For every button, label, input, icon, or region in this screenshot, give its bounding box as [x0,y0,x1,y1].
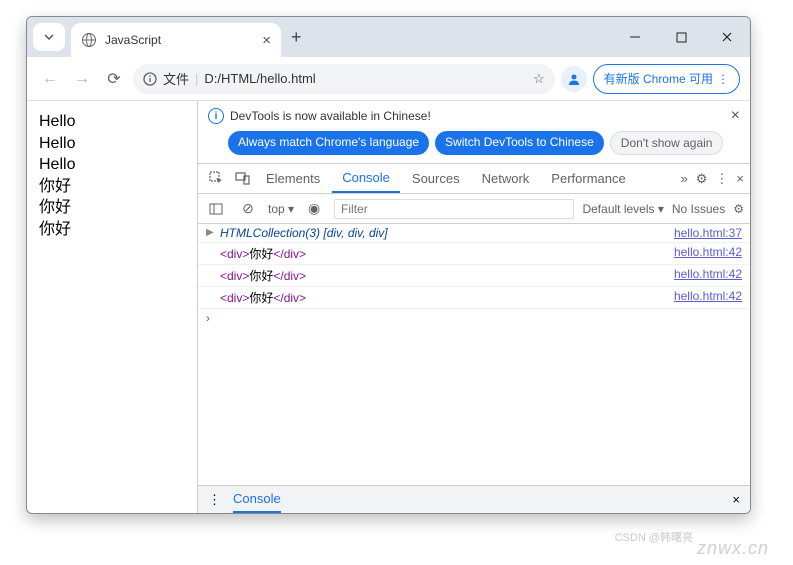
page-line: 你好 [39,176,185,198]
banner-close-icon[interactable]: × [731,107,740,125]
kebab-icon[interactable]: ⋮ [715,171,728,187]
expand-icon[interactable]: ▶ [206,227,214,238]
inspect-icon[interactable] [204,171,228,186]
browser-window: JavaScript × + ← → ⟳ 文件 | D:/HTML/hello.… [26,16,751,514]
page-line: Hello [39,111,185,133]
banner-text: DevTools is now available in Chinese! [230,109,431,123]
url-text: D:/HTML/hello.html [204,71,315,86]
source-link[interactable]: hello.html:42 [674,267,742,284]
page-line: Hello [39,154,185,176]
page-content: Hello Hello Hello 你好 你好 你好 [27,101,197,513]
profile-button[interactable] [561,66,587,92]
page-line: 你好 [39,197,185,219]
language-pill-row: Always match Chrome's language Switch De… [198,131,750,164]
chrome-update-pill[interactable]: 有新版 Chrome 可用 ⋮ [593,64,740,94]
info-icon: i [208,108,224,124]
sidebar-toggle-icon[interactable] [204,202,228,216]
context-selector[interactable]: top ▾ [268,202,294,216]
maximize-button[interactable] [658,17,704,57]
browser-tab[interactable]: JavaScript × [71,23,281,57]
close-button[interactable] [704,17,750,57]
dont-show-button[interactable]: Don't show again [610,131,724,155]
reload-button[interactable]: ⟳ [101,69,127,89]
tab-title: JavaScript [105,33,254,47]
issues-label[interactable]: No Issues [672,202,725,216]
minimize-button[interactable] [612,17,658,57]
log-row[interactable]: <div>你好</div> hello.html:42 [198,243,750,265]
log-row[interactable]: <div>你好</div> hello.html:42 [198,287,750,309]
more-tabs-icon[interactable]: » [681,171,688,186]
console-settings-icon[interactable]: ⚙ [733,202,744,216]
back-button[interactable]: ← [37,70,63,88]
tab-performance[interactable]: Performance [541,164,635,193]
info-icon [143,72,157,86]
content-area: Hello Hello Hello 你好 你好 你好 i DevTools is… [27,101,750,513]
console-toolbar: ⊘ top ▾ ◉ Default levels ▾ No Issues ⚙ [198,194,750,224]
devtools-panel: i DevTools is now available in Chinese! … [197,101,750,513]
drawer-menu-icon[interactable]: ⋮ [208,492,221,508]
globe-icon [81,32,97,48]
address-bar: ← → ⟳ 文件 | D:/HTML/hello.html ☆ 有新版 Chro… [27,57,750,101]
device-icon[interactable] [230,171,254,186]
console-prompt[interactable]: › [198,309,750,327]
tab-sources[interactable]: Sources [402,164,470,193]
devtools-tabs: Elements Console Sources Network Perform… [198,164,750,194]
clear-console-icon[interactable]: ⊘ [236,200,260,217]
file-label: 文件 [163,69,189,88]
levels-selector[interactable]: Default levels ▾ [582,202,663,216]
source-link[interactable]: hello.html:42 [674,245,742,262]
tab-elements[interactable]: Elements [256,164,330,193]
drawer-close-icon[interactable]: × [732,492,740,507]
forward-button[interactable]: → [69,70,95,88]
drawer-tab-console[interactable]: Console [233,486,281,513]
window-controls [612,17,750,57]
new-tab-button[interactable]: + [291,27,302,48]
watermark-text: znwx.cn [697,538,769,559]
tab-close-icon[interactable]: × [262,32,271,49]
filter-input[interactable] [334,199,574,219]
language-banner: i DevTools is now available in Chinese! … [198,101,750,131]
live-expression-icon[interactable]: ◉ [302,200,326,217]
source-link[interactable]: hello.html:42 [674,289,742,306]
attribution-text: CSDN @韩曙亮 [615,529,693,545]
star-icon[interactable]: ☆ [533,71,545,87]
url-box[interactable]: 文件 | D:/HTML/hello.html ☆ [133,64,555,94]
source-link[interactable]: hello.html:37 [674,226,742,240]
drawer: ⋮ Console × [198,485,750,513]
log-row[interactable]: ▶ HTMLCollection(3) [div, div, div] hell… [198,224,750,243]
tab-network[interactable]: Network [472,164,540,193]
devtools-close-icon[interactable]: × [736,171,744,186]
page-line: 你好 [39,219,185,241]
log-row[interactable]: <div>你好</div> hello.html:42 [198,265,750,287]
page-line: Hello [39,133,185,155]
titlebar: JavaScript × + [27,17,750,57]
match-language-button[interactable]: Always match Chrome's language [228,131,429,155]
settings-icon[interactable]: ⚙ [696,171,708,187]
more-icon: ⋮ [717,72,729,86]
tab-console[interactable]: Console [332,164,400,193]
switch-chinese-button[interactable]: Switch DevTools to Chinese [435,131,604,155]
tab-search-button[interactable] [33,23,65,51]
console-output: ▶ HTMLCollection(3) [div, div, div] hell… [198,224,750,485]
